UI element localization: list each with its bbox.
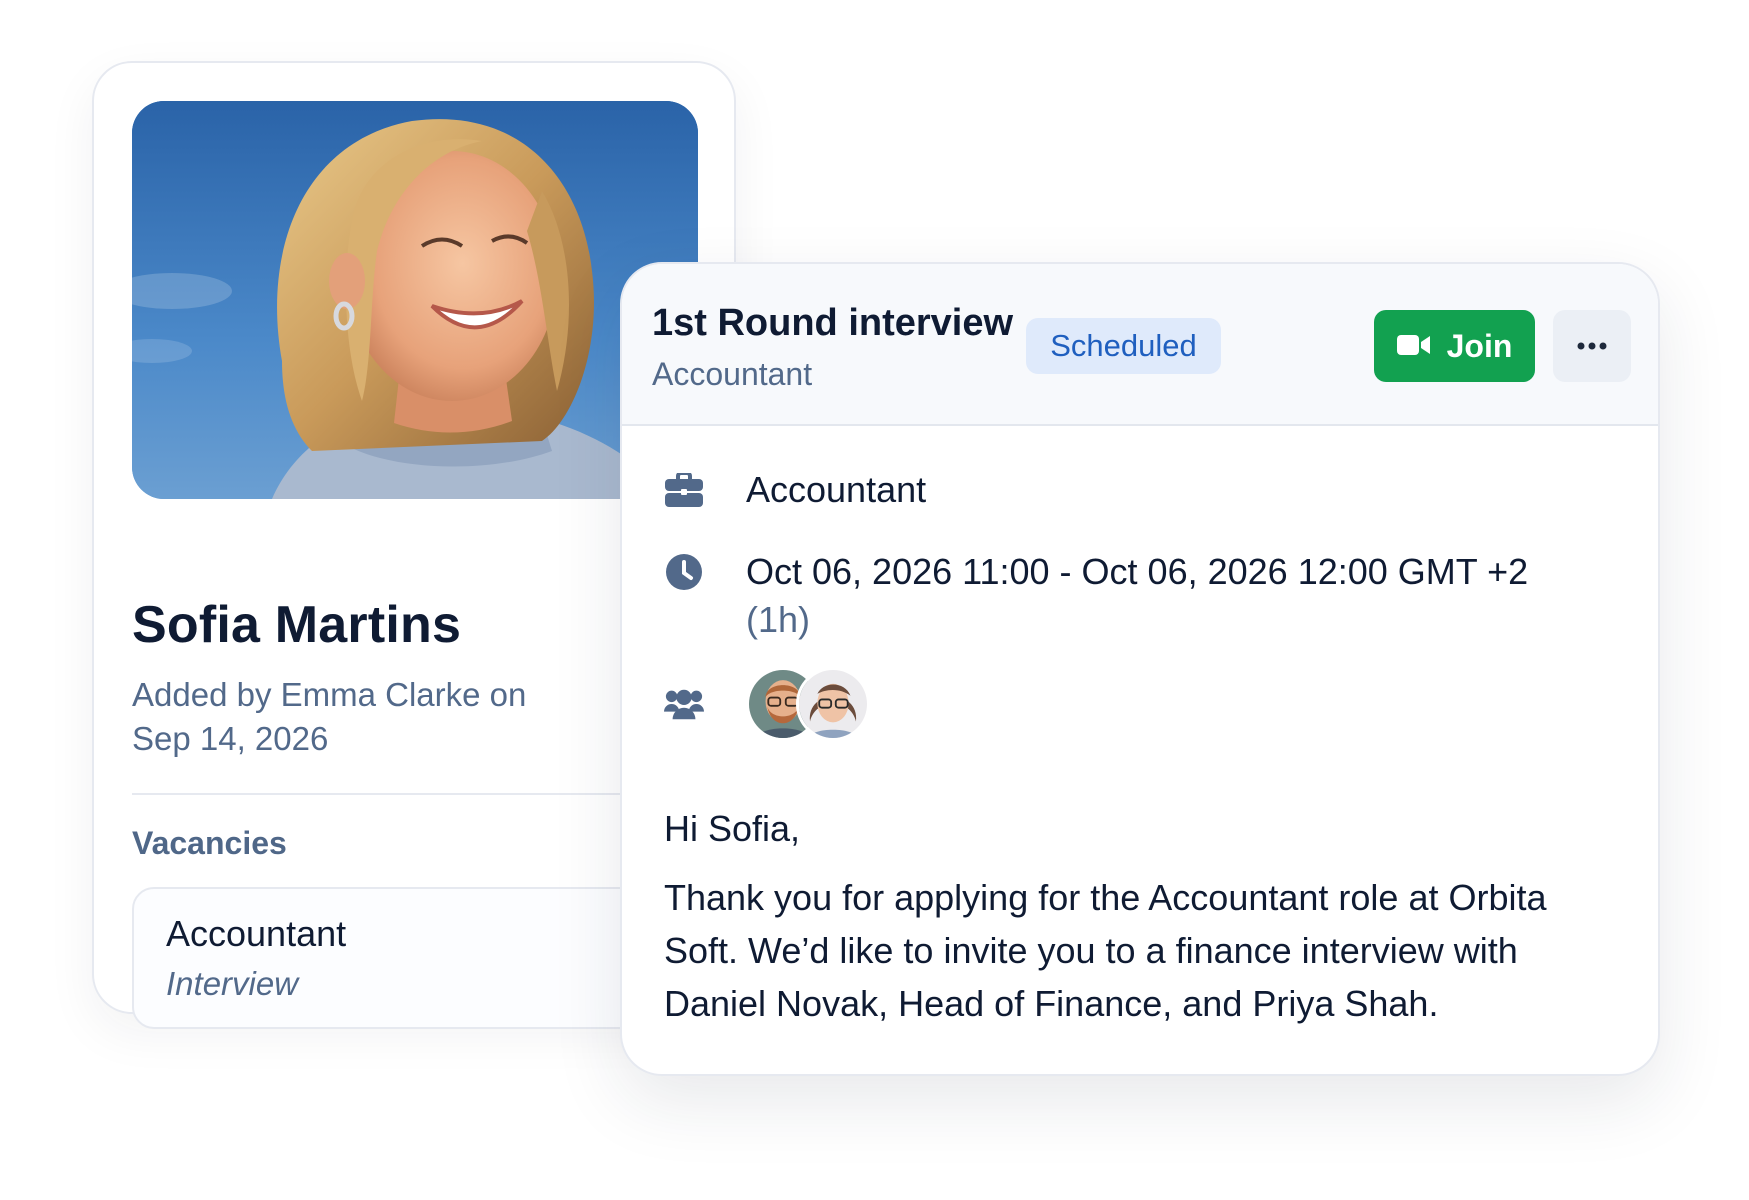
message-body: Thank you for applying for the Accountan… (664, 877, 1547, 1024)
candidate-name: Sofia Martins (132, 596, 462, 654)
clock-icon (664, 552, 704, 592)
interview-subtitle: Accountant (652, 356, 813, 392)
time-row: Oct 06, 2026 11:00 - Oct 06, 2026 12:00 … (664, 548, 1584, 644)
ellipsis-icon (1577, 337, 1607, 355)
status-badge: Scheduled (1026, 318, 1221, 374)
vacancy-title: Accountant (166, 913, 347, 954)
added-by-text: Added by Emma Clarke on Sep 14, 2026 (132, 676, 527, 757)
time-range-text: Oct 06, 2026 11:00 - Oct 06, 2026 12:00 … (746, 551, 1529, 592)
vacancies-heading: Vacancies (132, 825, 287, 861)
briefcase-icon (664, 470, 704, 510)
duration-text: (1h) (746, 599, 811, 640)
position-row: Accountant (664, 466, 926, 514)
video-camera-icon (1396, 328, 1431, 365)
invitation-message: Hi Sofia, Thank you for applying for the… (664, 802, 1624, 1030)
avatar[interactable] (796, 667, 870, 741)
vacancy-item[interactable]: Accountant Interview (132, 887, 692, 1029)
position-text: Accountant (746, 469, 927, 510)
more-options-button[interactable] (1553, 310, 1631, 382)
interview-card: 1st Round interview Accountant Scheduled… (620, 262, 1660, 1076)
vacancy-stage: Interview (166, 965, 299, 1002)
join-button[interactable]: Join (1374, 310, 1535, 382)
interview-title: 1st Round interview (652, 302, 1014, 344)
attendees-row (664, 667, 870, 741)
attendee-avatars (746, 667, 870, 741)
message-greeting: Hi Sofia, (664, 808, 801, 849)
interview-header: 1st Round interview Accountant Scheduled… (622, 264, 1658, 426)
users-icon (664, 684, 704, 724)
join-button-label: Join (1446, 327, 1513, 364)
candidate-photo (132, 101, 698, 499)
divider (132, 793, 662, 795)
